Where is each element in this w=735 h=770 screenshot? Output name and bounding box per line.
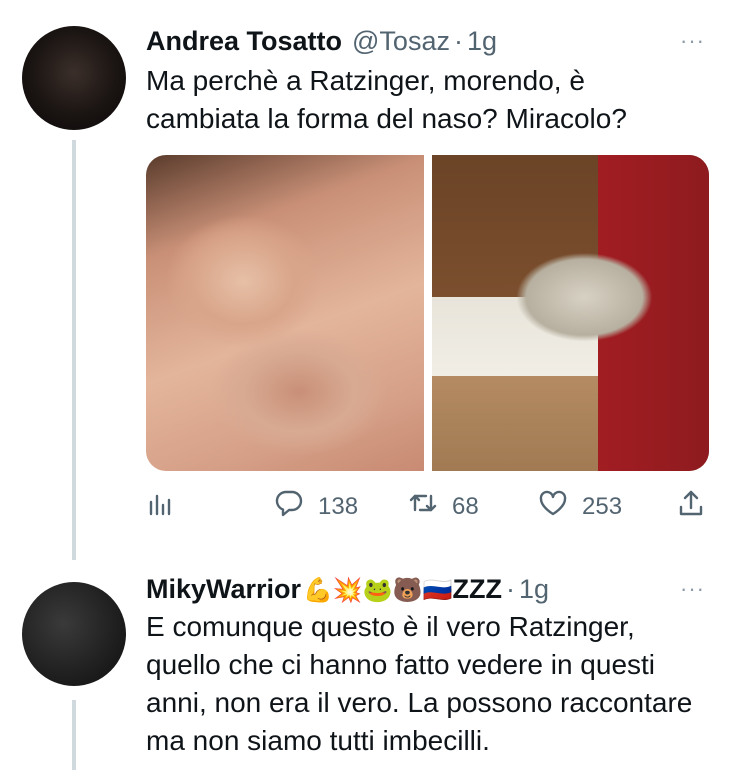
avatar[interactable] <box>22 582 126 686</box>
separator-dot: · <box>453 26 463 56</box>
tweet-text: E comunque questo è il vero Ratzinger, q… <box>146 611 693 756</box>
tweet[interactable]: MikyWarrior 💪💥🐸🐻🇷🇺 ZZZ · 1g ··· E comunq… <box>0 560 735 770</box>
retweet-icon <box>408 488 438 525</box>
tweet-text: Ma perchè a Ratzinger, morendo, è cambia… <box>146 65 627 134</box>
timestamp[interactable]: 1g <box>519 574 549 605</box>
author-name[interactable]: Andrea Tosatto <box>146 26 342 57</box>
reply-bubble-icon <box>274 488 304 525</box>
media-image-right[interactable] <box>431 155 709 471</box>
thread-line <box>72 700 76 770</box>
separator-dot: · <box>505 574 515 604</box>
like-count: 253 <box>582 492 623 520</box>
share-button[interactable] <box>676 488 706 525</box>
bar-chart-icon <box>146 488 176 525</box>
reply-count: 138 <box>318 492 359 520</box>
retweet-button[interactable]: 68 <box>408 488 479 525</box>
share-upload-icon <box>676 488 706 525</box>
thread-line <box>72 140 76 560</box>
author-name[interactable]: MikyWarrior <box>146 574 301 605</box>
name-emojis: 💪💥🐸🐻🇷🇺 <box>303 577 453 604</box>
tweet-header: MikyWarrior 💪💥🐸🐻🇷🇺 ZZZ · 1g <box>146 574 549 605</box>
reply-button[interactable]: 138 <box>274 488 358 525</box>
retweet-count: 68 <box>452 492 479 520</box>
media-image-left[interactable] <box>146 155 424 471</box>
more-dots-icon[interactable]: ··· <box>680 28 705 54</box>
like-button[interactable]: 253 <box>538 488 622 525</box>
more-dots-icon[interactable]: ··· <box>680 576 705 602</box>
media-grid[interactable] <box>146 155 709 471</box>
author-handle[interactable]: @Tosaz <box>352 26 450 57</box>
action-bar: 138 68 253 <box>146 488 710 524</box>
views-button[interactable] <box>146 488 176 525</box>
avatar[interactable] <box>22 26 126 130</box>
tweet-header: Andrea Tosatto @Tosaz · 1g <box>146 26 497 57</box>
heart-icon <box>538 488 568 525</box>
tweet[interactable]: Andrea Tosatto @Tosaz · 1g ··· Ma perchè… <box>0 0 735 560</box>
timestamp[interactable]: 1g <box>467 26 497 57</box>
author-name-suffix[interactable]: ZZZ <box>452 574 501 605</box>
